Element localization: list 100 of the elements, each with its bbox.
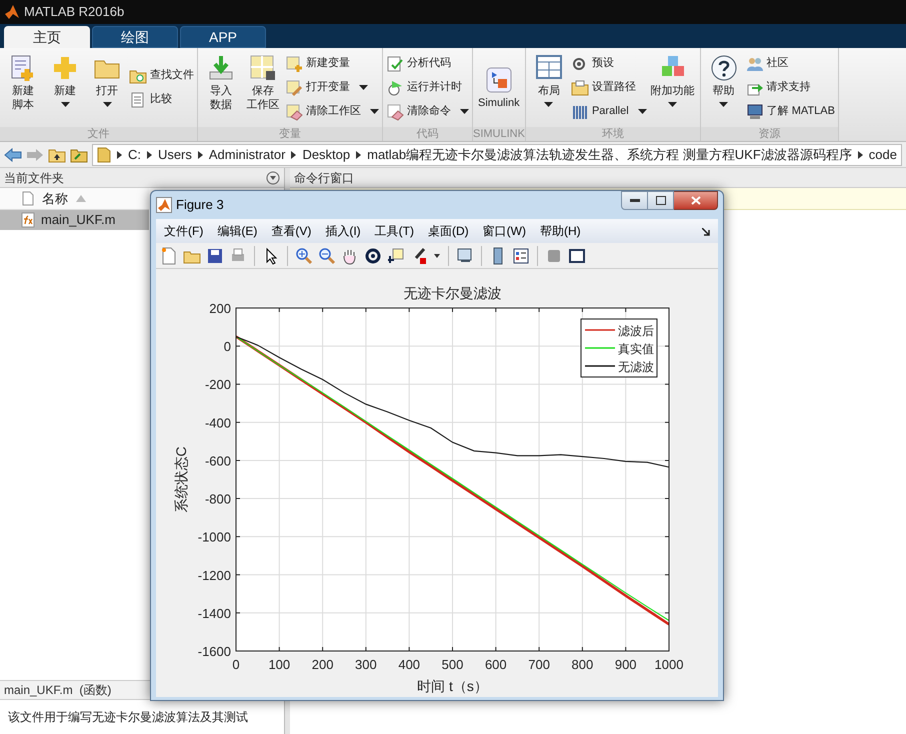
toolstrip-button[interactable]: 分析代码 [386,54,469,73]
legend-label: 滤波后 [618,324,654,338]
toolstrip-button[interactable]: 帮助 [704,48,744,127]
zoom-out-icon[interactable] [318,246,336,264]
y-tick-label: -1400 [198,606,231,621]
browse-folder-icon[interactable] [70,146,88,162]
details-title: main_UKF.m (函数) [4,682,112,699]
x-tick-label: 200 [312,657,334,672]
close-button[interactable] [674,191,718,210]
group-label: 变量 [279,128,301,140]
path-segment[interactable]: code [868,144,897,164]
x-tick-label: 300 [355,657,377,672]
column-header[interactable]: 名称 [0,188,149,210]
menu-item[interactable]: 文件(F) [164,222,204,240]
document-check-icon [386,54,404,72]
chevron-icon [291,150,296,158]
legend-label: 真实值 [618,342,654,356]
menu-item[interactable]: 工具(T) [374,222,414,240]
toolstrip-button[interactable]: Simulink [476,48,522,127]
path-segment[interactable]: Desktop [302,144,350,164]
x-tick-label: 800 [572,657,594,672]
document-icon [22,191,34,206]
x-tick-label: 1000 [654,657,684,672]
menu-item[interactable]: 插入(I) [325,222,361,240]
minimize-icon [630,198,640,202]
toolstrip-button[interactable]: 请求支持 [746,78,835,97]
y-tick-label: -1000 [198,530,231,545]
path-segment[interactable]: Users [158,144,192,164]
eraser-icon [285,102,303,120]
panel-title: 当前文件夹 [4,170,64,186]
toolstrip-button[interactable]: 社区 [746,54,835,73]
dock-window-icon[interactable] [568,246,586,264]
toolstrip-button[interactable]: 附加功能 [648,48,697,127]
linked-plot-icon[interactable] [456,246,474,264]
menu-item[interactable]: 窗口(W) [482,222,526,240]
toolstrip-button[interactable]: 运行并计时 [386,78,469,97]
layout-grid-icon [534,54,563,82]
zoom-in-icon[interactable] [295,246,313,264]
dock-arrow-icon[interactable] [702,228,710,236]
up-folder-icon[interactable] [48,146,66,162]
save-grid-icon [249,54,277,82]
toolstrip-button[interactable]: 布局 [528,48,569,127]
toolstrip-button[interactable]: 导入 数据 [201,48,241,127]
toolstrip-button[interactable]: 预设 [570,54,647,73]
ribbon-tab[interactable]: APP [180,26,266,48]
toolstrip-button[interactable]: 清除工作区 [285,102,379,121]
toolstrip-button[interactable]: 打开变量 [285,78,379,97]
path-segment[interactable]: Administrator [208,144,286,164]
panel-menu-icon[interactable] [266,170,280,184]
file-description: 该文件用于编写无迹卡尔曼滤波算法及其测试 [8,709,248,726]
toolstrip-button[interactable]: 新建 脚本 [3,48,43,127]
path-segment[interactable]: C: [128,144,141,164]
toolstrip-button[interactable]: 新建 [45,48,85,127]
monitor-icon [746,102,764,120]
ribbon-tab[interactable]: 绘图 [92,26,178,48]
toolstrip-button[interactable]: 比较 [129,90,194,109]
toolstrip-button[interactable]: 保存 工作区 [243,48,283,127]
menu-item[interactable]: 编辑(E) [217,222,258,240]
y-tick-label: -400 [204,415,231,430]
y-tick-label: 200 [209,301,231,316]
data-cursor-icon[interactable] [387,246,405,264]
chevron-icon [198,150,203,158]
menu-item[interactable]: 帮助(H) [540,222,581,240]
toolstrip-button[interactable]: 查找文件 [129,66,194,85]
legend-icon[interactable] [512,246,530,264]
chevron-icon [858,150,863,158]
menu-item[interactable]: 查看(V) [271,222,312,240]
path-field[interactable]: C: Users Administrator Desktop matlab编程无迹卡尔曼滤波算法轨迹发生器、系统方程 测量方程UKF滤波器源码程序 code [92,144,902,166]
x-tick-label: 600 [484,657,507,672]
toolstrip-button[interactable]: 打开 [87,48,127,127]
toolstrip-button[interactable]: 清除命令 [386,102,469,121]
minimize-button[interactable] [621,191,648,210]
group-label: 环境 [602,128,624,140]
toolstrip-button[interactable]: 了解 MATLAB [746,102,835,121]
menu-item[interactable]: 桌面(D) [428,222,469,240]
back-arrow-icon[interactable] [4,148,22,162]
grid-pencil-icon [285,78,303,96]
window-title: MATLAB R2016b [24,3,124,22]
y-axis-label: 系统状态C [173,446,189,513]
help-icon [710,54,738,82]
function-file-icon [20,212,36,228]
matlab-logo-icon [4,4,20,20]
x-tick-label: 0 [232,657,240,672]
maximize-button[interactable] [648,191,674,210]
toolstrip-button[interactable]: 设置路径 [570,78,647,97]
ribbon-tab[interactable]: 主页 [4,26,90,48]
group-label: 资源 [758,128,780,140]
path-segment[interactable]: matlab编程无迹卡尔曼滤波算法轨迹发生器、系统方程 测量方程UKF滤波器源码程序 [367,144,852,164]
grid-plus-icon [285,54,303,72]
import-arrow-icon [207,54,235,82]
figure-title: Figure 3 [176,196,224,214]
panel-title: 命令行窗口 [294,170,354,186]
chevron-icon [146,150,152,158]
toolstrip-button[interactable]: Parallel [570,102,647,121]
block-diagram-icon [484,66,513,94]
file-row[interactable]: main_UKF.m [0,210,149,230]
legend-label: 无滤波 [618,360,654,374]
new-figure-icon[interactable] [160,246,178,264]
toolstrip-button[interactable]: 新建变量 [285,54,379,73]
y-tick-label: -800 [204,492,231,507]
